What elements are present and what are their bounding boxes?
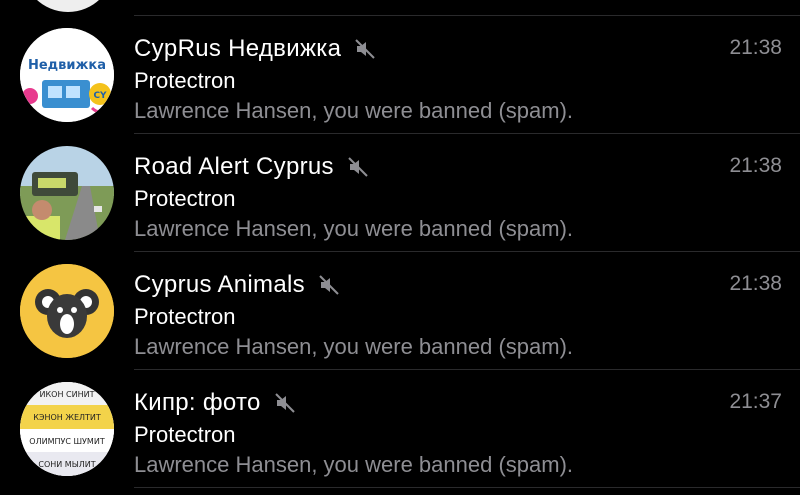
avatar (20, 146, 114, 240)
koala-icon (20, 264, 114, 358)
avatar-image: Недвижка CY (20, 28, 114, 122)
chat-title: Кипр: фото (134, 389, 261, 416)
mute-icon (274, 393, 295, 413)
chat-row-partial[interactable] (0, 0, 800, 16)
chat-time: 21:37 (729, 390, 782, 413)
avatar-image: ИКОН СИНИТ КЭНОН ЖЕЛТИТ ОЛИМПУС ШУМИТ СО… (20, 382, 114, 476)
chat-title: Cyprus Animals (134, 271, 305, 298)
message-preview: Lawrence Hansen, you were banned (spam). (134, 334, 574, 359)
chat-title: Road Alert Cyprus (134, 153, 334, 180)
svg-text:КЭНОН ЖЕЛТИТ: КЭНОН ЖЕЛТИТ (33, 413, 101, 422)
mute-icon (319, 275, 339, 295)
svg-text:CY: CY (93, 91, 107, 101)
chat-row[interactable]: ИКОН СИНИТ КЭНОН ЖЕЛТИТ ОЛИМПУС ШУМИТ СО… (0, 370, 800, 488)
svg-text:СОНИ МЫЛИТ: СОНИ МЫЛИТ (38, 460, 95, 469)
avatar: Недвижка CY (20, 28, 114, 122)
message-sender: Protectron (134, 422, 236, 447)
chat-time: 21:38 (729, 154, 782, 177)
avatar (20, 264, 114, 358)
svg-text:ОЛИМПУС ШУМИТ: ОЛИМПУС ШУМИТ (29, 437, 105, 446)
chat-row[interactable]: Недвижка CY CypRus Недвижка 21:38 Protec… (0, 16, 800, 134)
chat-title: CypRus Недвижка (134, 35, 342, 62)
message-preview: Lawrence Hansen, you were banned (spam). (134, 452, 574, 477)
avatar-image (20, 146, 114, 240)
message-sender: Protectron (134, 68, 236, 93)
mute-icon (348, 157, 368, 177)
chat-row[interactable]: Road Alert Cyprus 21:38 Protectron Lawre… (0, 134, 800, 252)
chat-time: 21:38 (729, 36, 782, 59)
message-preview: Lawrence Hansen, you were banned (spam). (134, 216, 574, 241)
divider (134, 487, 800, 488)
avatar: ИКОН СИНИТ КЭНОН ЖЕЛТИТ ОЛИМПУС ШУМИТ СО… (20, 382, 114, 476)
chat-row[interactable]: Cyprus Animals 21:38 Protectron Lawrence… (0, 252, 800, 370)
message-preview: Lawrence Hansen, you were banned (spam). (134, 98, 574, 123)
message-sender: Protectron (134, 304, 236, 329)
avatar (22, 0, 114, 12)
message-sender: Protectron (134, 186, 236, 211)
svg-text:ИКОН СИНИТ: ИКОН СИНИТ (40, 390, 95, 399)
mute-icon (355, 39, 375, 59)
chat-time: 21:38 (729, 272, 782, 295)
svg-text:Недвижка: Недвижка (28, 58, 106, 73)
